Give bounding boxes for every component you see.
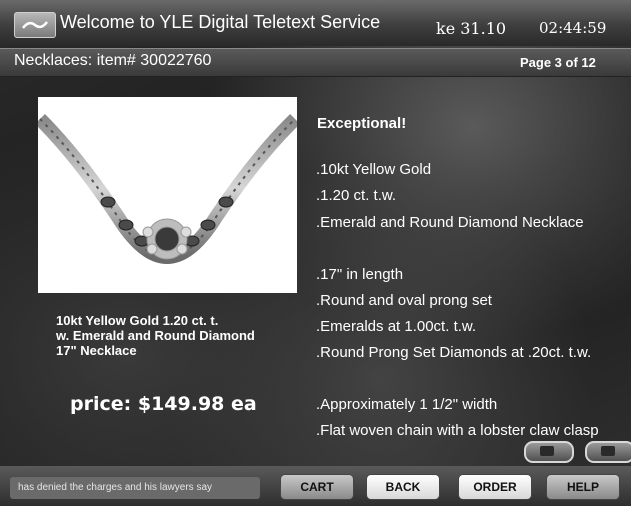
date-display: ke 31.10 [436, 19, 507, 38]
product-price: price: $149.98 ea [70, 393, 257, 415]
spec-item: .Round and oval prong set [316, 292, 492, 309]
help-button[interactable]: HELP [546, 474, 620, 500]
product-caption: 10kt Yellow Gold 1.20 ct. t. w. Emerald … [56, 313, 311, 358]
spec-item: .Emeralds at 1.00ct. t.w. [316, 318, 477, 335]
news-ticker: has denied the charges and his lawyers s… [10, 477, 260, 499]
order-button[interactable]: ORDER [458, 474, 532, 500]
product-headline: Exceptional! [317, 115, 407, 132]
ticker-text: has denied the charges and his lawyers s… [18, 482, 213, 493]
back-button[interactable]: BACK [366, 474, 440, 500]
necklace-photo [38, 97, 297, 293]
spec-item: .17" in length [316, 266, 404, 283]
caption-line: 10kt Yellow Gold 1.20 ct. t. [56, 313, 219, 328]
item-title: Necklaces: item# 30022760 [14, 52, 212, 69]
scroll-right-toggle[interactable] [585, 441, 631, 463]
spec-item: .Round Prong Set Diamonds at .20ct. t.w. [316, 344, 592, 361]
spec-item: .Flat woven chain with a lobster claw cl… [316, 422, 599, 439]
cart-button[interactable]: CART [280, 474, 354, 500]
clock: 02:44:59 [539, 19, 607, 37]
caption-line: 17" Necklace [56, 343, 137, 358]
spec-item: .Approximately 1 1/2" width [316, 396, 498, 413]
spec-item: .10kt Yellow Gold [316, 161, 432, 178]
spec-item: .Emerald and Round Diamond Necklace [316, 214, 584, 231]
welcome-title: Welcome to YLE Digital Teletext Service [60, 12, 381, 32]
tv-logo-icon [14, 12, 56, 38]
caption-line: w. Emerald and Round Diamond [56, 328, 255, 343]
page-indicator: Page 3 of 12 [520, 55, 596, 70]
spec-item: .1.20 ct. t.w. [316, 187, 397, 204]
scroll-left-toggle[interactable] [524, 441, 574, 463]
